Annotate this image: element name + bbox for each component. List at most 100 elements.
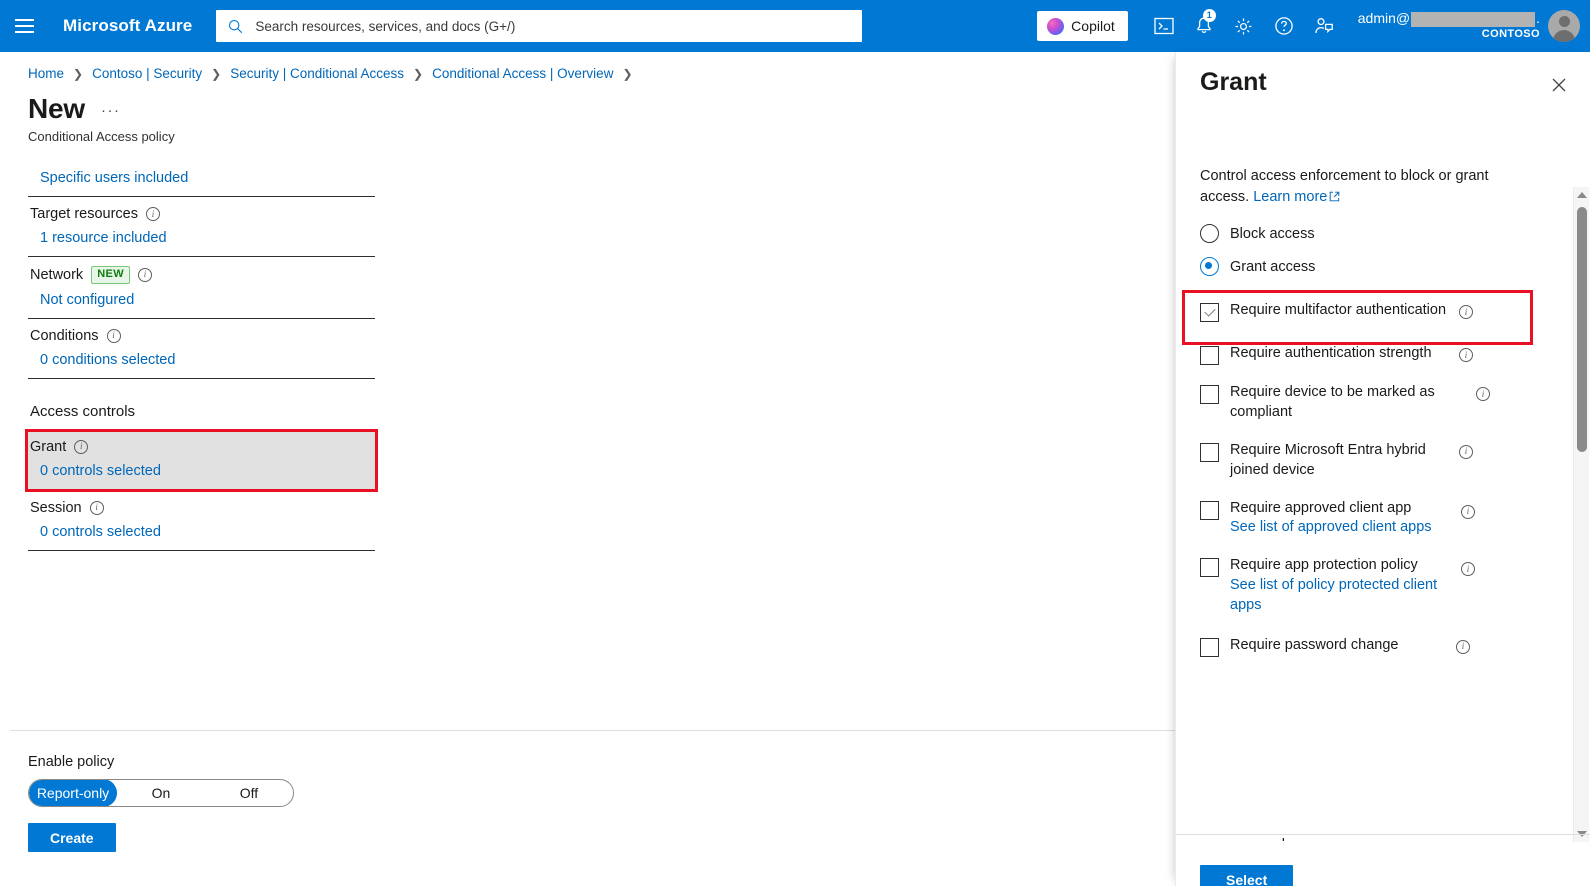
control-require-auth-strength[interactable]: Require authentication strength i: [1200, 339, 1500, 370]
approved-client-apps-link[interactable]: See list of approved client apps: [1230, 518, 1466, 538]
search-icon: [228, 19, 243, 34]
panel-scrollbar[interactable]: [1573, 187, 1589, 842]
breadcrumb: Home ❯ Contoso | Security ❯ Security | C…: [0, 52, 1175, 81]
toggle-option-report-only[interactable]: Report-only: [29, 779, 117, 807]
info-icon[interactable]: i: [138, 268, 152, 282]
checkbox-icon[interactable]: [1200, 346, 1219, 365]
grant-description: Control access enforcement to block or g…: [1200, 134, 1515, 208]
policy-footer: Enable policy Report-only On Off Create: [28, 754, 428, 852]
toggle-option-off[interactable]: Off: [205, 779, 293, 807]
radio-circle-icon[interactable]: [1200, 224, 1219, 243]
account-menu[interactable]: admin@. CONTOSO: [1358, 10, 1584, 42]
grant-panel-body: Control access enforcement to block or g…: [1176, 134, 1590, 834]
info-icon[interactable]: i: [146, 207, 160, 221]
enable-policy-toggle[interactable]: Report-only On Off: [28, 779, 294, 807]
breadcrumb-item-home[interactable]: Home: [28, 66, 64, 81]
control-require-password-change[interactable]: Require password change i: [1200, 631, 1500, 662]
chevron-right-icon: ❯: [73, 67, 83, 81]
radio-grant-access[interactable]: Grant access: [1200, 257, 1590, 276]
control-label: Require device to be marked as compliant: [1230, 383, 1465, 423]
checkbox-icon[interactable]: [1200, 443, 1219, 462]
info-icon[interactable]: i: [1461, 562, 1475, 576]
checkbox-icon[interactable]: [1200, 638, 1219, 657]
info-icon[interactable]: i: [107, 329, 121, 343]
notification-badge: 1: [1203, 9, 1216, 22]
info-icon[interactable]: i: [1459, 445, 1473, 459]
info-icon[interactable]: i: [1459, 348, 1473, 362]
checkbox-icon[interactable]: [1200, 558, 1219, 577]
grant-description-text: Control access enforcement to block or g…: [1200, 168, 1489, 205]
control-require-approved-client-app[interactable]: Require approved client app See list of …: [1200, 494, 1500, 544]
close-icon[interactable]: [1546, 72, 1572, 98]
label-text: Session: [30, 500, 82, 516]
form-row-grant[interactable]: Grant i 0 controls selected: [28, 430, 375, 491]
target-resources-label: Target resources i: [28, 197, 375, 222]
clipped-label-text: as compliant: [1235, 838, 1355, 842]
scroll-up-arrow-icon[interactable]: [1574, 187, 1590, 203]
breadcrumb-item-overview[interactable]: Conditional Access | Overview: [432, 66, 613, 81]
radio-circle-selected-icon[interactable]: [1200, 257, 1219, 276]
cloud-shell-icon[interactable]: [1144, 0, 1184, 52]
page-title: New: [28, 93, 85, 125]
control-require-app-protection-policy[interactable]: Require app protection policy See list o…: [1200, 551, 1500, 621]
session-label: Session i: [28, 491, 375, 516]
hamburger-icon[interactable]: [0, 0, 48, 52]
conditions-label: Conditions i: [28, 319, 375, 344]
control-label: Require app protection policy: [1230, 556, 1448, 576]
chevron-right-icon: ❯: [211, 67, 221, 81]
question-circle-icon[interactable]: [1264, 0, 1304, 52]
control-label: Require Microsoft Entra hybrid joined de…: [1230, 441, 1448, 481]
avatar[interactable]: [1548, 10, 1580, 42]
more-options-icon[interactable]: ···: [101, 102, 121, 119]
info-icon[interactable]: i: [1476, 387, 1490, 401]
grant-controls-list: Require multifactor authentication i Req…: [1200, 296, 1500, 662]
info-icon[interactable]: i: [74, 440, 88, 454]
info-icon[interactable]: i: [1461, 505, 1475, 519]
users-included-link[interactable]: Specific users included: [28, 162, 188, 186]
control-require-compliant-device[interactable]: Require device to be marked as compliant…: [1200, 378, 1500, 428]
clipped-next-control-label: as compliant: [1235, 838, 1355, 846]
control-require-hybrid-joined-device[interactable]: Require Microsoft Entra hybrid joined de…: [1200, 436, 1500, 486]
chevron-right-icon: ❯: [413, 67, 423, 81]
breadcrumb-item-contoso-security[interactable]: Contoso | Security: [92, 66, 202, 81]
create-button[interactable]: Create: [28, 823, 116, 852]
global-header: Microsoft Azure Copilot 1: [0, 0, 1590, 52]
network-label: Network NEW i: [28, 257, 375, 284]
checkbox-icon[interactable]: [1200, 385, 1219, 404]
copilot-label: Copilot: [1071, 18, 1115, 34]
azure-brand-link[interactable]: Microsoft Azure: [63, 16, 192, 36]
checkbox-icon[interactable]: [1200, 501, 1219, 520]
radio-block-access[interactable]: Block access: [1200, 224, 1590, 243]
info-icon[interactable]: i: [1456, 640, 1470, 654]
toggle-option-on[interactable]: On: [117, 779, 205, 807]
copilot-icon: [1047, 18, 1064, 35]
account-org: CONTOSO: [1358, 28, 1540, 42]
label-text: Target resources: [30, 206, 138, 222]
gear-icon[interactable]: [1224, 0, 1264, 52]
conditions-link[interactable]: 0 conditions selected: [28, 344, 175, 368]
grant-panel-title: Grant: [1200, 68, 1267, 97]
select-button[interactable]: Select: [1200, 865, 1293, 886]
control-label: Require approved client app: [1230, 499, 1448, 519]
control-label: Require password change: [1230, 636, 1445, 656]
learn-more-link[interactable]: Learn more: [1253, 189, 1327, 205]
scroll-thumb[interactable]: [1577, 207, 1587, 452]
network-link[interactable]: Not configured: [28, 284, 134, 308]
target-resources-link[interactable]: 1 resource included: [28, 222, 167, 246]
control-require-mfa[interactable]: Require multifactor authentication i: [1200, 296, 1500, 327]
search-input[interactable]: [251, 11, 862, 41]
global-search[interactable]: [216, 10, 862, 42]
session-controls-link[interactable]: 0 controls selected: [28, 516, 161, 540]
copilot-button[interactable]: Copilot: [1037, 11, 1128, 41]
chevron-right-icon: ❯: [622, 67, 632, 81]
bell-icon[interactable]: 1: [1184, 0, 1224, 52]
checkbox-checked-icon[interactable]: [1200, 303, 1219, 322]
account-suffix: .: [1536, 10, 1540, 28]
feedback-person-icon[interactable]: [1304, 0, 1344, 52]
form-row-target-resources: Target resources i 1 resource included: [28, 197, 375, 257]
grant-controls-link[interactable]: 0 controls selected: [28, 455, 161, 479]
info-icon[interactable]: i: [90, 501, 104, 515]
info-icon[interactable]: i: [1459, 305, 1473, 319]
breadcrumb-item-conditional-access[interactable]: Security | Conditional Access: [230, 66, 404, 81]
policy-protected-client-apps-link[interactable]: See list of policy protected client apps: [1230, 576, 1466, 616]
